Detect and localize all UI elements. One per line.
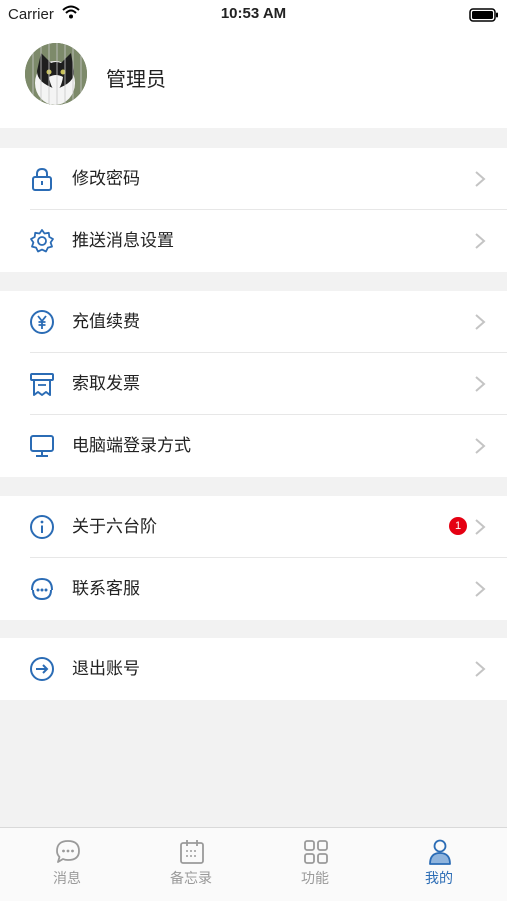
menu-label: 电脑端登录方式 — [72, 436, 191, 456]
yuan-circle-icon — [30, 310, 54, 334]
grid-icon — [304, 840, 328, 864]
menu-label: 退出账号 — [72, 659, 140, 679]
menu-item-logout[interactable]: 退出账号 — [0, 638, 507, 700]
menu-label: 联系客服 — [72, 579, 140, 599]
profile-header[interactable]: 管理员 — [0, 30, 507, 128]
notification-badge: 1 — [449, 517, 467, 535]
chevron-right-icon — [475, 661, 486, 677]
menu-item-invoice[interactable]: 索取发票 — [0, 353, 507, 415]
gear-icon — [30, 229, 54, 253]
tab-functions[interactable]: 功能 — [252, 828, 378, 901]
status-bar: Carrier 10:53 AM — [0, 0, 507, 30]
menu-group-account: 修改密码 推送消息设置 — [0, 148, 507, 272]
tab-label: 消息 — [53, 871, 81, 887]
info-icon — [30, 515, 54, 539]
tab-memo[interactable]: 备忘录 — [128, 828, 254, 901]
menu-item-pc-login[interactable]: 电脑端登录方式 — [0, 415, 507, 477]
menu-item-recharge[interactable]: 充值续费 — [0, 291, 507, 353]
menu-item-push-settings[interactable]: 推送消息设置 — [0, 210, 507, 272]
menu-item-change-password[interactable]: 修改密码 — [0, 148, 507, 210]
tab-label: 功能 — [301, 871, 329, 887]
tab-label: 备忘录 — [170, 871, 212, 887]
headset-icon — [31, 577, 53, 601]
receipt-icon — [30, 373, 54, 396]
logout-icon — [30, 657, 54, 681]
battery-icon — [469, 8, 498, 22]
tab-bar: 消息 备忘录 功能 我的 — [0, 827, 507, 901]
menu-label: 充值续费 — [72, 312, 140, 332]
chevron-right-icon — [475, 438, 486, 454]
cat-avatar-image — [25, 43, 87, 105]
username: 管理员 — [106, 67, 166, 91]
menu-label: 推送消息设置 — [72, 231, 174, 251]
chat-bubble-icon — [56, 840, 80, 863]
menu-label: 关于六台阶 — [72, 517, 157, 537]
chevron-right-icon — [475, 171, 486, 187]
tab-mine[interactable]: 我的 — [376, 828, 502, 901]
chevron-right-icon — [475, 376, 486, 392]
monitor-icon — [30, 435, 54, 457]
chevron-right-icon — [475, 581, 486, 597]
lock-icon — [32, 167, 52, 191]
chevron-right-icon — [475, 519, 486, 535]
menu-label: 修改密码 — [72, 169, 140, 189]
menu-group-billing: 充值续费 索取发票 电脑端登录方式 — [0, 291, 507, 477]
menu-item-contact[interactable]: 联系客服 — [0, 558, 507, 620]
chevron-right-icon — [475, 233, 486, 249]
status-time: 10:53 AM — [220, 5, 287, 22]
menu-group-support: 关于六台阶 1 联系客服 — [0, 496, 507, 620]
tab-label: 我的 — [425, 871, 453, 887]
menu-item-about[interactable]: 关于六台阶 1 — [0, 496, 507, 558]
menu-group-logout: 退出账号 — [0, 638, 507, 700]
menu-label: 索取发票 — [72, 374, 140, 394]
avatar[interactable] — [25, 43, 87, 105]
user-icon — [429, 839, 451, 865]
calendar-icon — [180, 840, 204, 864]
chevron-right-icon — [475, 314, 486, 330]
tab-messages[interactable]: 消息 — [4, 828, 130, 901]
